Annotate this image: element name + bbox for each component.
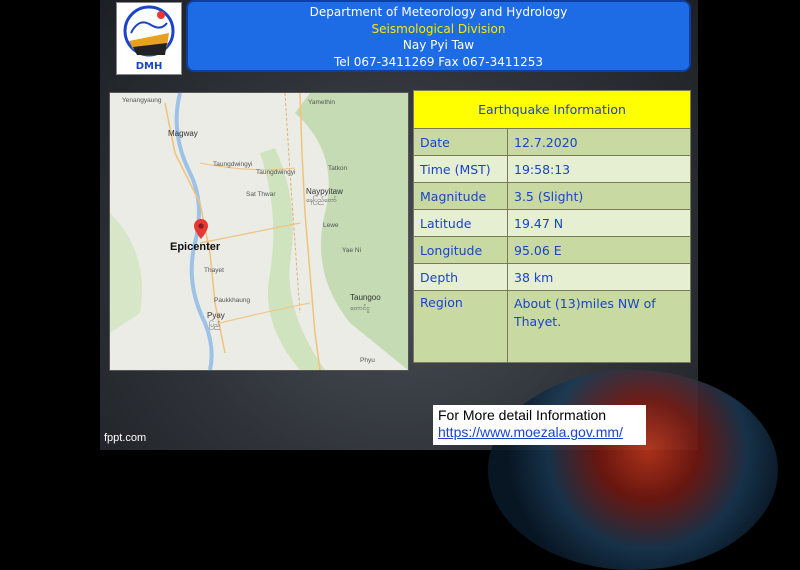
map-label-lewe: Lewe	[323, 222, 339, 229]
dmh-logo: DMH	[116, 2, 182, 75]
info-value: About (13)miles NW of Thayet.	[507, 290, 691, 363]
map-label-tatkon: Tatkon	[328, 165, 348, 172]
info-label: Region	[413, 290, 508, 363]
more-info-link[interactable]: https://www.moezala.gov.mm/	[438, 424, 641, 441]
logo-text: DMH	[136, 61, 163, 72]
info-value: 12.7.2020	[507, 128, 691, 156]
epicenter-map: Yenangyaung Yamethin Magway Taungdwingyi…	[109, 92, 409, 371]
epicenter-label: Epicenter	[170, 241, 221, 253]
info-value: 38 km	[507, 263, 691, 291]
map-label-taungoo-mm: တောင်ငူ	[350, 305, 370, 312]
info-label: Magnitude	[413, 182, 508, 210]
info-label: Date	[413, 128, 508, 156]
info-table-title: Earthquake Information	[413, 90, 691, 129]
info-value: 19:58:13	[507, 155, 691, 183]
info-row-longitude: Longitude 95.06 E	[413, 236, 691, 264]
info-row-magnitude: Magnitude 3.5 (Slight)	[413, 182, 691, 210]
map-label-thayet: Thayet	[204, 267, 224, 274]
more-info-text: For More detail Information	[438, 407, 607, 423]
more-info-box: For More detail Information https://www.…	[433, 405, 646, 445]
map-label-paukkhaung: Paukkhaung	[214, 297, 251, 304]
map-label-yamethin: Yamethin	[308, 99, 335, 106]
info-row-latitude: Latitude 19.47 N	[413, 209, 691, 237]
map-label-taungoo: Taungoo	[350, 293, 381, 302]
map-label-naypyitaw-mm: နေပြည်တော်	[306, 197, 337, 204]
info-label: Latitude	[413, 209, 508, 237]
info-value: 95.06 E	[507, 236, 691, 264]
info-label: Longitude	[413, 236, 508, 264]
map-background	[110, 93, 408, 370]
header-banner: Department of Meteorology and Hydrology …	[186, 0, 691, 72]
footer-credit: fppt.com	[104, 432, 147, 444]
earthquake-info-table: Earthquake Information Date 12.7.2020 Ti…	[413, 90, 691, 363]
info-row-region: Region About (13)miles NW of Thayet.	[413, 290, 691, 363]
map-label-naypyitaw: Naypyitaw	[306, 187, 343, 196]
header-city: Nay Pyi Taw	[402, 38, 475, 52]
info-value: 19.47 N	[507, 209, 691, 237]
map-label-taungdwingyi-1: Taungdwingyi	[213, 161, 253, 168]
header-contact: Tel 067-3411269 Fax 067-3411253	[333, 54, 544, 69]
map-label-magway: Magway	[168, 129, 198, 138]
map-label-phyu: Phyu	[360, 357, 375, 364]
map-label-pyay: Pyay	[207, 311, 225, 320]
info-value: 3.5 (Slight)	[507, 182, 691, 210]
earth-graphic	[488, 370, 778, 570]
map-label-yenangyaung: Yenangyaung	[122, 97, 162, 104]
info-label: Depth	[413, 263, 508, 291]
map-pin-icon	[194, 219, 208, 239]
info-row-date: Date 12.7.2020	[413, 128, 691, 156]
header-division: Seismological Division	[371, 21, 506, 36]
info-row-time: Time (MST) 19:58:13	[413, 155, 691, 183]
map-label-taungdwingyi-2: Taungdwingyi	[256, 169, 296, 176]
map-label-yae-ni: Yae Ni	[342, 247, 362, 254]
info-label: Time (MST)	[413, 155, 508, 183]
header-department: Department of Meteorology and Hydrology	[309, 5, 568, 19]
dmh-logo-icon: DMH	[123, 5, 175, 72]
map-label-pyay-mm: ပြည်	[209, 322, 221, 329]
map-label-sat-thwar: Sat Thwar	[246, 191, 276, 198]
info-row-depth: Depth 38 km	[413, 263, 691, 291]
